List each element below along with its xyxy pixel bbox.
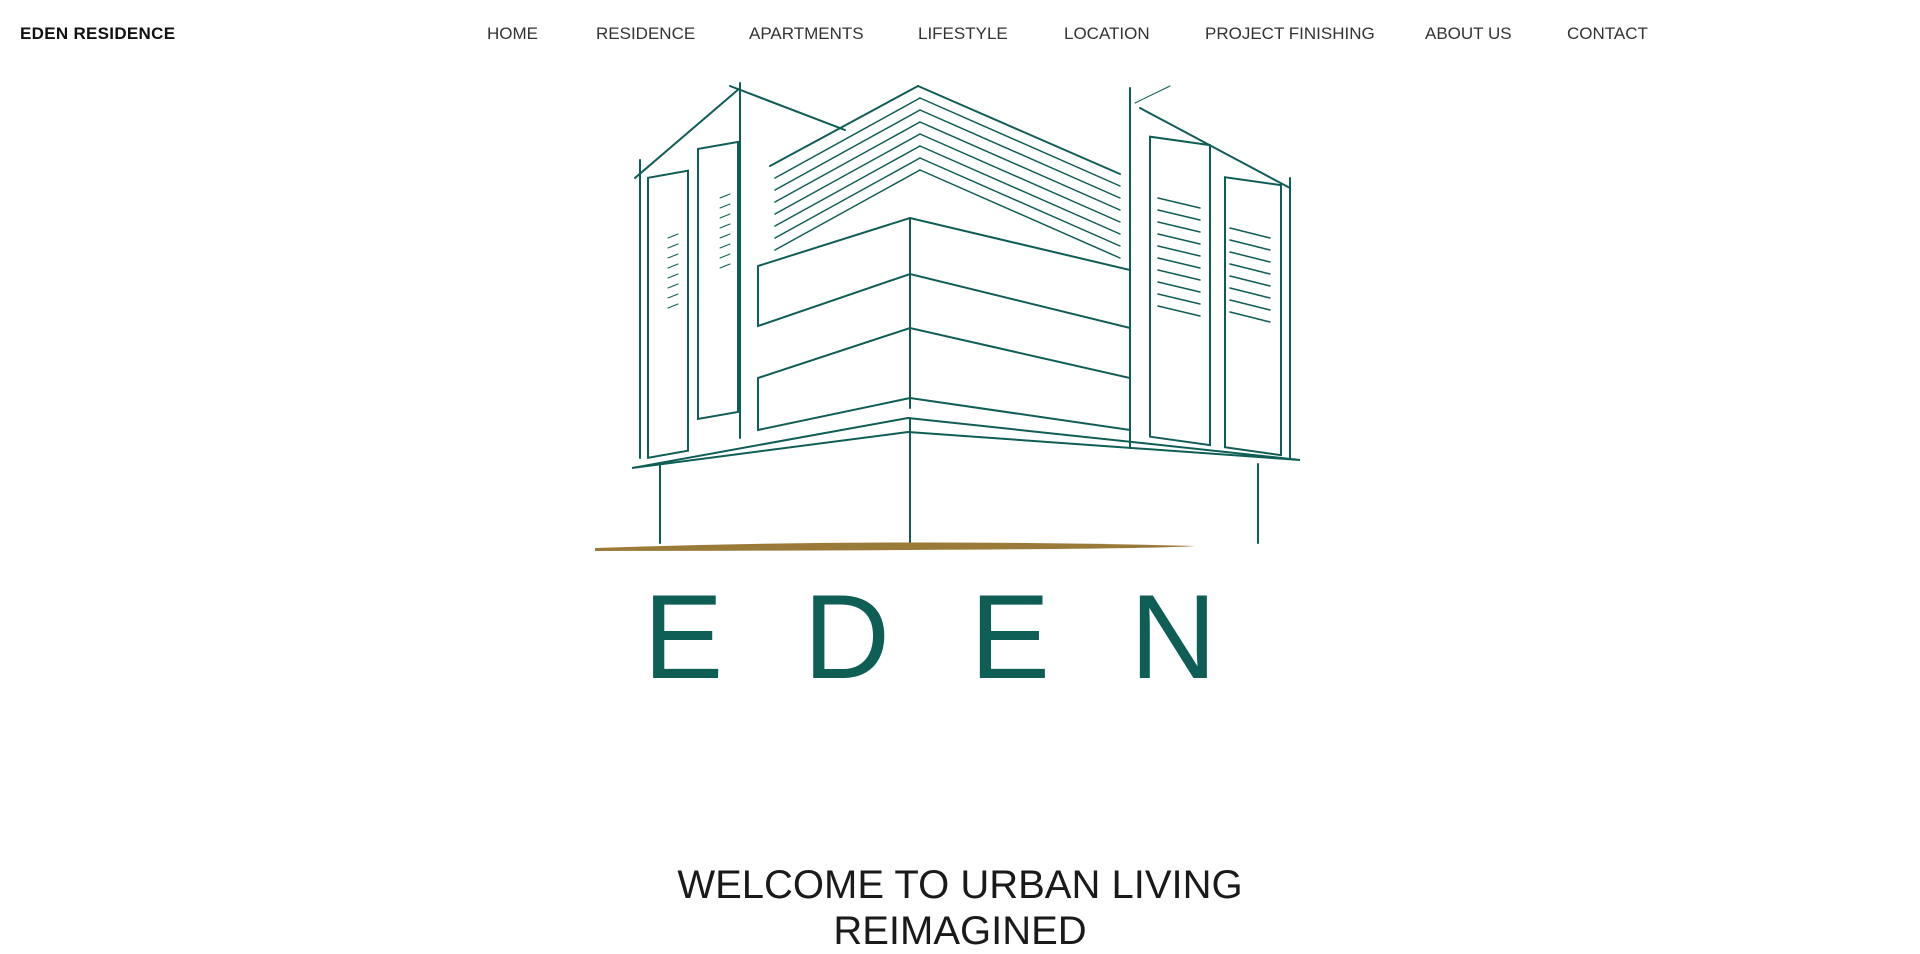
nav-home[interactable]: HOME bbox=[487, 24, 538, 44]
nav-location[interactable]: LOCATION bbox=[1064, 24, 1150, 44]
nav-apartments[interactable]: APARTMENTS bbox=[749, 24, 864, 44]
ground-line bbox=[595, 542, 1195, 551]
nav-contact[interactable]: CONTACT bbox=[1567, 24, 1648, 44]
welcome-headline: WELCOME TO URBAN LIVING REIMAGINED bbox=[0, 862, 1920, 954]
welcome-line-1: WELCOME TO URBAN LIVING bbox=[677, 863, 1243, 907]
main-nav: HOME RESIDENCE APARTMENTS LIFESTYLE LOCA… bbox=[0, 24, 1920, 44]
building-lines bbox=[631, 82, 1301, 544]
nav-project-finishing[interactable]: PROJECT FINISHING bbox=[1205, 24, 1375, 44]
nav-lifestyle[interactable]: LIFESTYLE bbox=[918, 24, 1008, 44]
hero-logo: EDEN bbox=[590, 78, 1350, 698]
building-sketch-icon: EDEN bbox=[595, 82, 1301, 698]
welcome-line-2: REIMAGINED bbox=[833, 909, 1087, 953]
nav-about-us[interactable]: ABOUT US bbox=[1425, 24, 1512, 44]
nav-residence[interactable]: RESIDENCE bbox=[596, 24, 695, 44]
logo-wordmark: EDEN bbox=[643, 570, 1296, 698]
site-header: EDEN RESIDENCE HOME RESIDENCE APARTMENTS… bbox=[0, 0, 1920, 70]
